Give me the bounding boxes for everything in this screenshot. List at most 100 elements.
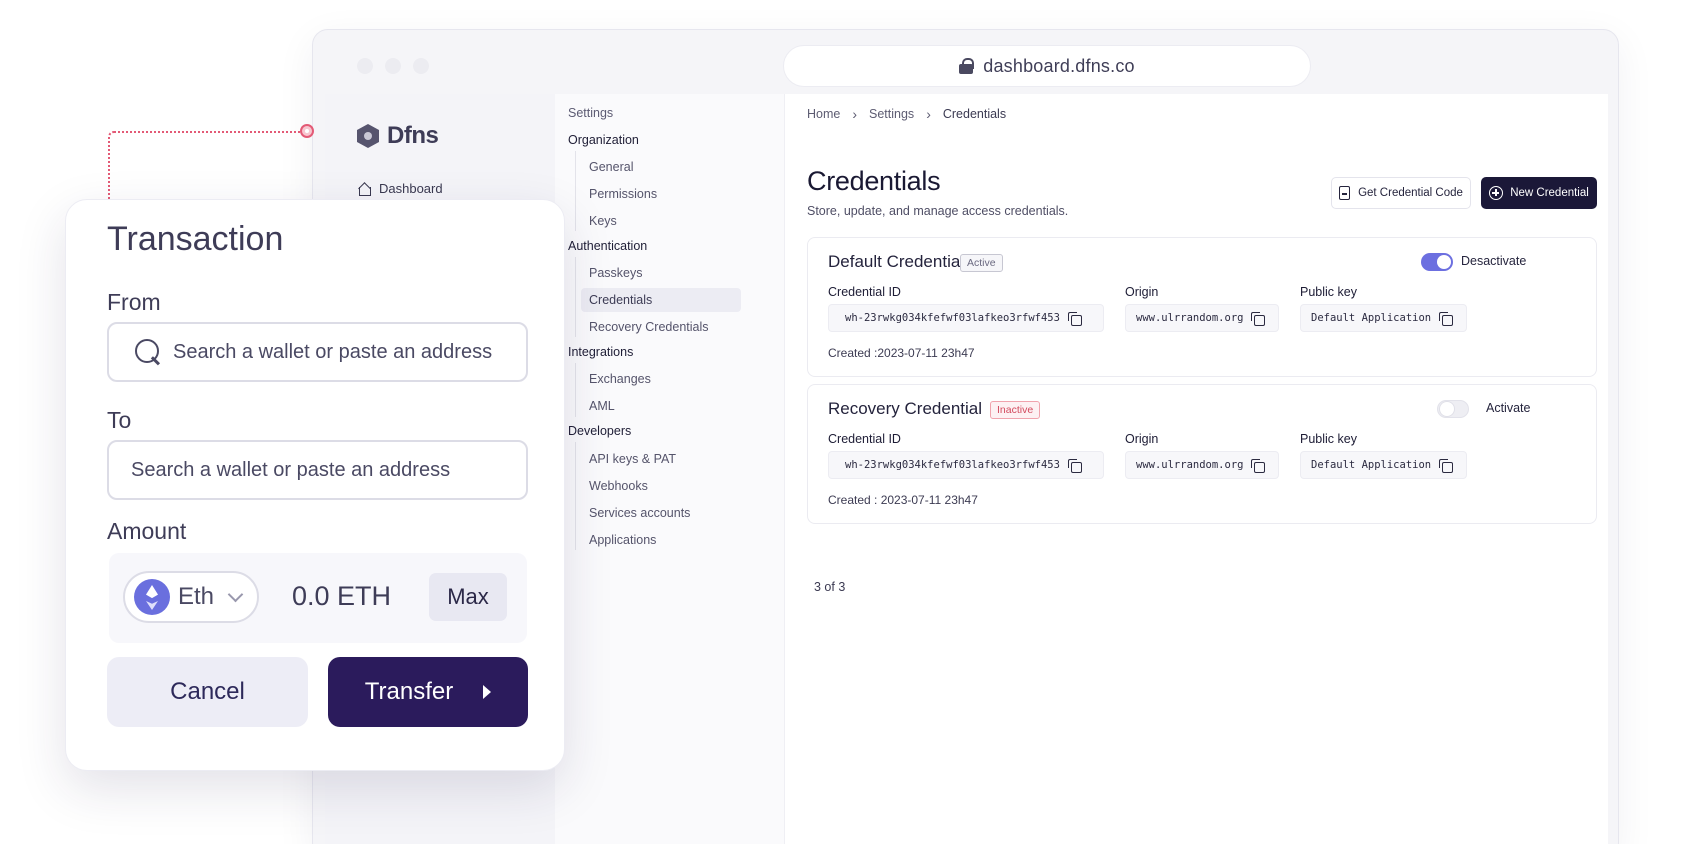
credential-id-value: wh-23rwkg034kfefwf03lafkeo3rfwf453 bbox=[845, 459, 1060, 471]
settings-item-passkeys[interactable]: Passkeys bbox=[581, 261, 741, 285]
chevron-down-icon bbox=[227, 586, 244, 602]
settings-item-applications[interactable]: Applications bbox=[581, 528, 741, 552]
chevron-right-icon: › bbox=[926, 106, 931, 122]
credential-id-label: Credential ID bbox=[828, 432, 901, 446]
token-select[interactable]: Eth bbox=[123, 571, 259, 623]
lock-icon bbox=[959, 58, 975, 74]
credential-id-label: Credential ID bbox=[828, 285, 901, 299]
brand-logo[interactable]: Dfns bbox=[357, 122, 439, 150]
home-icon bbox=[357, 182, 371, 196]
transaction-card: Transaction From Search a wallet or past… bbox=[65, 199, 565, 771]
credential-toggle[interactable] bbox=[1421, 253, 1453, 271]
settings-item-recovery-credentials[interactable]: Recovery Credentials bbox=[581, 315, 741, 339]
to-input[interactable]: Search a wallet or paste an address bbox=[107, 440, 528, 500]
from-placeholder: Search a wallet or paste an address bbox=[173, 340, 493, 363]
sidebar-item-label: Dashboard bbox=[379, 181, 443, 196]
credential-id-value: wh-23rwkg034kfefwf03lafkeo3rfwf453 bbox=[845, 312, 1060, 324]
dfns-logo-icon bbox=[357, 124, 379, 148]
public-key-label: Public key bbox=[1300, 432, 1357, 446]
get-credential-code-button[interactable]: Get Credential Code bbox=[1331, 177, 1471, 209]
browser-toolbar: dashboard.dfns.co bbox=[313, 30, 1618, 94]
transfer-button[interactable]: Transfer bbox=[328, 657, 528, 727]
public-key-value: Default Application bbox=[1311, 459, 1432, 471]
amount-label: Amount bbox=[107, 518, 187, 544]
public-key-field: Default Application bbox=[1300, 451, 1467, 479]
connector-line bbox=[108, 131, 308, 201]
credential-id-field: wh-23rwkg034kfefwf03lafkeo3rfwf453 bbox=[828, 304, 1104, 332]
breadcrumb-home[interactable]: Home bbox=[807, 107, 840, 121]
page-title: Credentials bbox=[807, 166, 941, 196]
copy-icon[interactable] bbox=[1439, 459, 1454, 473]
from-input[interactable]: Search a wallet or paste an address bbox=[107, 322, 528, 382]
credential-name: Default Credential bbox=[828, 252, 965, 271]
public-key-label: Public key bbox=[1300, 285, 1357, 299]
copy-icon[interactable] bbox=[1067, 459, 1082, 473]
new-credential-button[interactable]: New Credential bbox=[1481, 177, 1597, 209]
origin-value: www.ulrrandom.org bbox=[1136, 459, 1244, 471]
settings-item-keys[interactable]: Keys bbox=[581, 209, 741, 233]
origin-label: Origin bbox=[1125, 432, 1159, 446]
origin-field: www.ulrrandom.org bbox=[1125, 451, 1279, 479]
settings-group-divider bbox=[575, 442, 576, 550]
address-bar[interactable]: dashboard.dfns.co bbox=[783, 45, 1311, 87]
credential-id-field: wh-23rwkg034kfefwf03lafkeo3rfwf453 bbox=[828, 451, 1104, 479]
from-label: From bbox=[107, 289, 161, 315]
status-badge: Inactive bbox=[990, 401, 1041, 419]
window-maximize-dot[interactable] bbox=[413, 58, 429, 74]
copy-icon[interactable] bbox=[1067, 312, 1082, 326]
main-content: Home › Settings › Credentials Credential… bbox=[785, 94, 1608, 844]
amount-input[interactable]: 0.0 ETH bbox=[292, 581, 391, 612]
settings-item-general[interactable]: General bbox=[581, 155, 741, 179]
token-name: Eth bbox=[178, 583, 215, 610]
brand-name: Dfns bbox=[387, 122, 439, 149]
search-icon bbox=[135, 339, 161, 365]
settings-item-credentials[interactable]: Credentials bbox=[581, 288, 741, 312]
breadcrumb: Home › Settings › Credentials bbox=[807, 106, 1006, 122]
settings-item-aml[interactable]: AML bbox=[581, 394, 741, 418]
connector-dot-icon bbox=[300, 124, 314, 138]
created-timestamp: Created : 2023-07-11 23h47 bbox=[828, 493, 978, 507]
transaction-title: Transaction bbox=[107, 220, 284, 258]
transfer-label: Transfer bbox=[364, 678, 454, 705]
copy-icon[interactable] bbox=[1251, 312, 1266, 326]
pagination-count: 3 of 3 bbox=[814, 580, 846, 594]
play-icon bbox=[483, 685, 492, 699]
document-icon bbox=[1339, 186, 1351, 200]
cancel-button[interactable]: Cancel bbox=[107, 657, 308, 727]
max-button[interactable]: Max bbox=[429, 573, 507, 621]
settings-group-divider bbox=[575, 257, 576, 337]
sidebar-item-dashboard[interactable]: Dashboard bbox=[357, 181, 443, 196]
new-credential-label: New Credential bbox=[1510, 187, 1589, 199]
breadcrumb-credentials: Credentials bbox=[942, 107, 1007, 121]
settings-item-api-keys[interactable]: API keys & PAT bbox=[581, 447, 741, 471]
settings-item-exchanges[interactable]: Exchanges bbox=[581, 367, 741, 391]
status-badge: Active bbox=[960, 254, 1003, 272]
credential-card: Default Credential Active Desactivate Cr… bbox=[807, 237, 1597, 377]
chevron-right-icon: › bbox=[852, 106, 858, 122]
settings-nav: Settings Organization General Permission… bbox=[555, 94, 785, 844]
settings-item-webhooks[interactable]: Webhooks bbox=[581, 474, 741, 498]
copy-icon[interactable] bbox=[1251, 459, 1266, 473]
toggle-label[interactable]: Activate bbox=[1486, 401, 1530, 415]
settings-group-integrations: Integrations bbox=[568, 345, 634, 359]
breadcrumb-settings[interactable]: Settings bbox=[869, 107, 914, 121]
public-key-value: Default Application bbox=[1311, 312, 1432, 324]
copy-icon[interactable] bbox=[1439, 312, 1454, 326]
settings-nav-heading: Settings bbox=[568, 106, 614, 120]
settings-group-developers: Developers bbox=[568, 424, 632, 438]
public-key-field: Default Application bbox=[1300, 304, 1467, 332]
window-close-dot[interactable] bbox=[357, 58, 373, 74]
settings-item-permissions[interactable]: Permissions bbox=[581, 182, 741, 206]
toggle-knob bbox=[1437, 255, 1451, 269]
origin-label: Origin bbox=[1125, 285, 1159, 299]
toggle-label[interactable]: Desactivate bbox=[1461, 254, 1526, 268]
created-timestamp: Created :2023-07-11 23h47 bbox=[828, 346, 975, 360]
settings-group-organization: Organization bbox=[568, 133, 639, 147]
window-minimize-dot[interactable] bbox=[385, 58, 401, 74]
settings-item-services-accounts[interactable]: Services accounts bbox=[581, 501, 741, 525]
window-controls bbox=[357, 58, 429, 74]
credential-toggle[interactable] bbox=[1437, 400, 1469, 418]
origin-value: www.ulrrandom.org bbox=[1136, 312, 1244, 324]
origin-field: www.ulrrandom.org bbox=[1125, 304, 1279, 332]
settings-group-divider bbox=[575, 363, 576, 417]
